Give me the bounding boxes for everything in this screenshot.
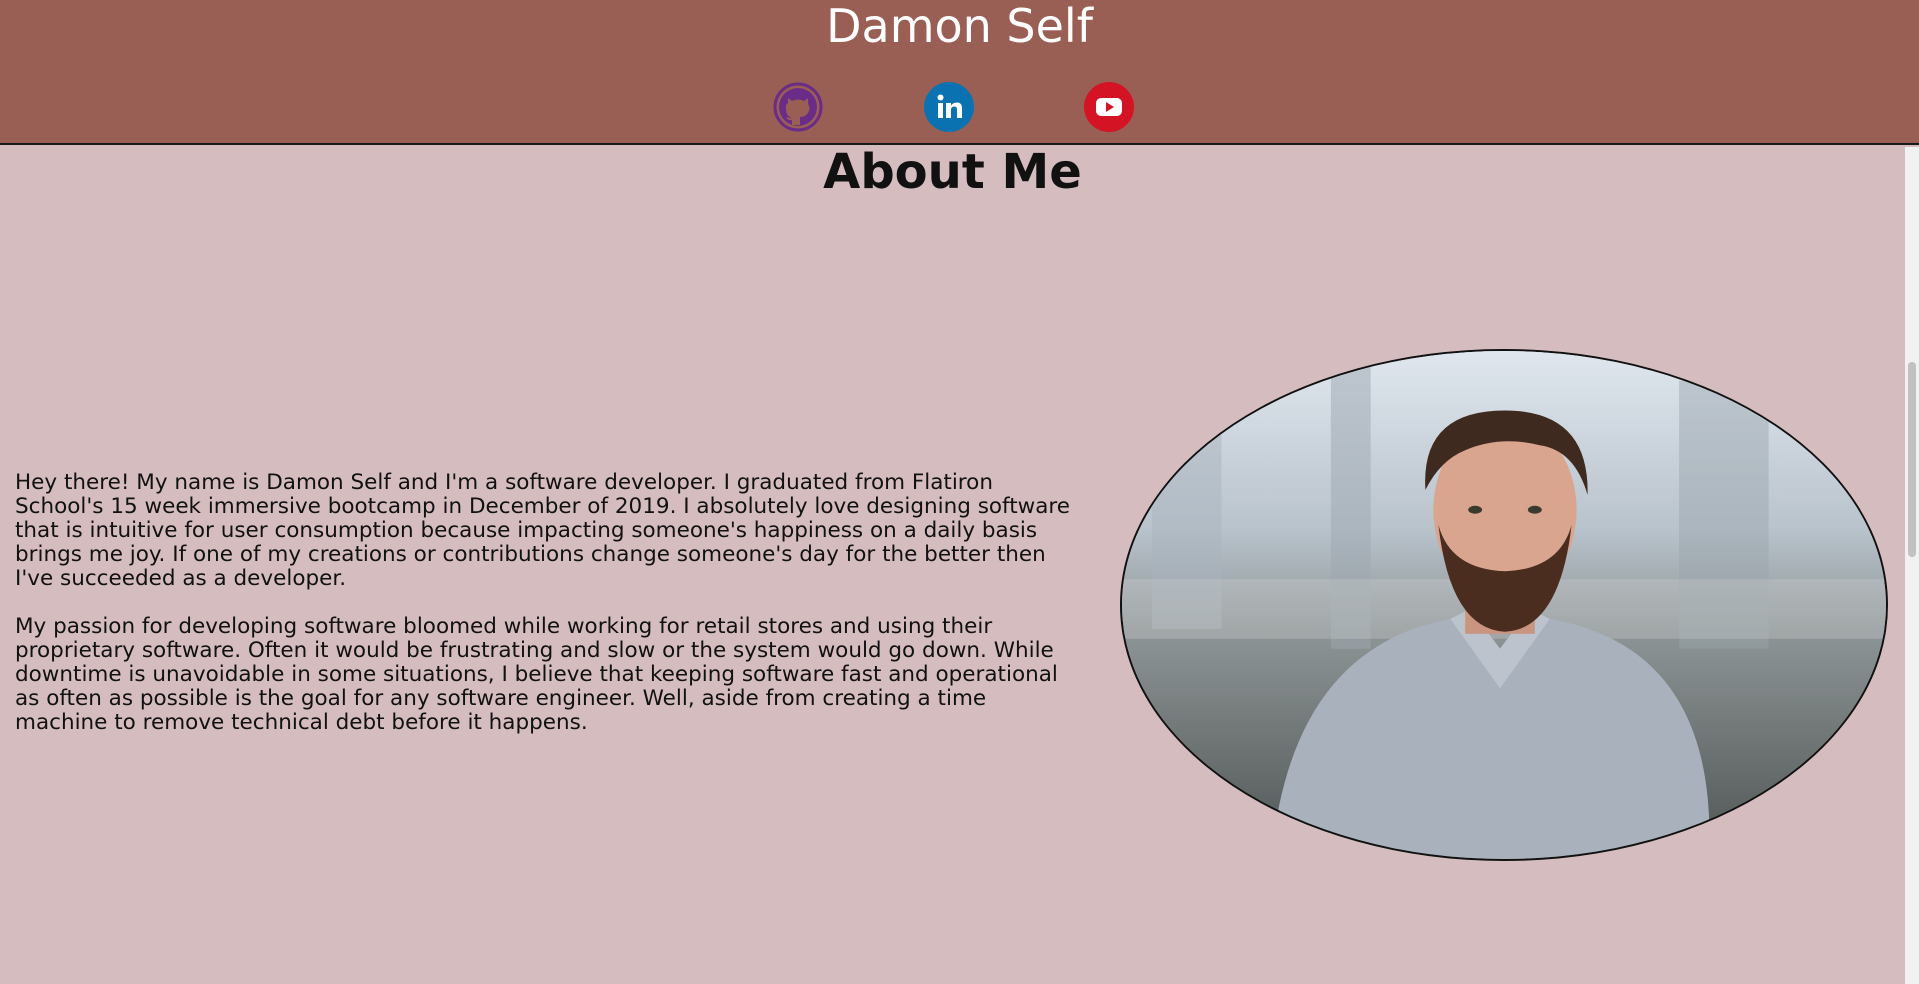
bio-paragraph-1: Hey there! My name is Damon Self and I'm… <box>15 470 1071 591</box>
github-icon <box>773 82 823 132</box>
profile-photo <box>1120 349 1888 861</box>
github-link[interactable] <box>773 82 823 132</box>
youtube-icon <box>1084 82 1134 132</box>
linkedin-link[interactable] <box>924 82 974 132</box>
linkedin-icon <box>924 82 974 132</box>
bio-text: Hey there! My name is Damon Self and I'm… <box>15 471 1075 759</box>
youtube-link[interactable] <box>1084 82 1134 132</box>
about-heading: About Me <box>823 144 1082 200</box>
about-section: About Me Hey there! My name is Damon Sel… <box>0 145 1905 984</box>
portrait-illustration <box>1122 351 1886 859</box>
site-title: Damon Self <box>826 0 1093 53</box>
scrollbar-thumb[interactable] <box>1908 362 1916 557</box>
site-header: Damon Self <box>0 0 1919 145</box>
bio-paragraph-2: My passion for developing software bloom… <box>15 614 1058 735</box>
page-scrollbar[interactable] <box>1905 147 1919 984</box>
